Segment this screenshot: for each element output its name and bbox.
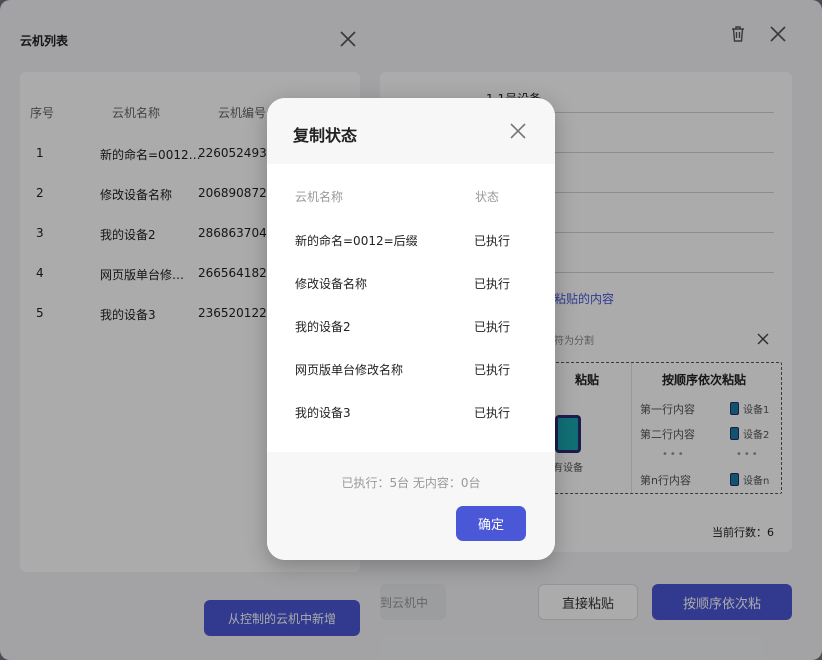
status-text: 已执行 — [474, 363, 511, 377]
device-name: 我的设备3 — [295, 406, 351, 420]
close-icon[interactable] — [507, 120, 529, 142]
status-text: 已执行 — [474, 320, 511, 334]
device-name: 我的设备2 — [295, 320, 351, 334]
execution-summary: 已执行：5台 无内容：0台 — [341, 476, 481, 490]
column-header-name: 云机名称 — [295, 190, 344, 204]
status-text: 已执行 — [474, 234, 511, 248]
confirm-button[interactable]: 确定 — [456, 506, 526, 541]
status-row: 网页版单台修改名称 已执行 — [267, 361, 555, 383]
status-row: 我的设备2 已执行 — [267, 318, 555, 340]
device-name: 新的命名=0012=后缀 — [295, 234, 418, 248]
device-name: 修改设备名称 — [295, 277, 368, 291]
copy-status-dialog: 复制状态 云机名称 状态 新的命名=0012=后缀 已执行 修改设备名称 已执行… — [267, 98, 555, 560]
dialog-footer: 已执行：5台 无内容：0台 确定 — [267, 452, 555, 560]
column-header-status: 状态 — [475, 190, 500, 204]
status-text: 已执行 — [474, 277, 511, 291]
status-row: 修改设备名称 已执行 — [267, 275, 555, 297]
status-row: 我的设备3 已执行 — [267, 404, 555, 426]
device-name: 网页版单台修改名称 — [295, 363, 404, 377]
status-row: 新的命名=0012=后缀 已执行 — [267, 232, 555, 254]
status-text: 已执行 — [474, 406, 511, 420]
dialog-header: 复制状态 — [267, 98, 555, 164]
dialog-title: 复制状态 — [293, 126, 358, 145]
